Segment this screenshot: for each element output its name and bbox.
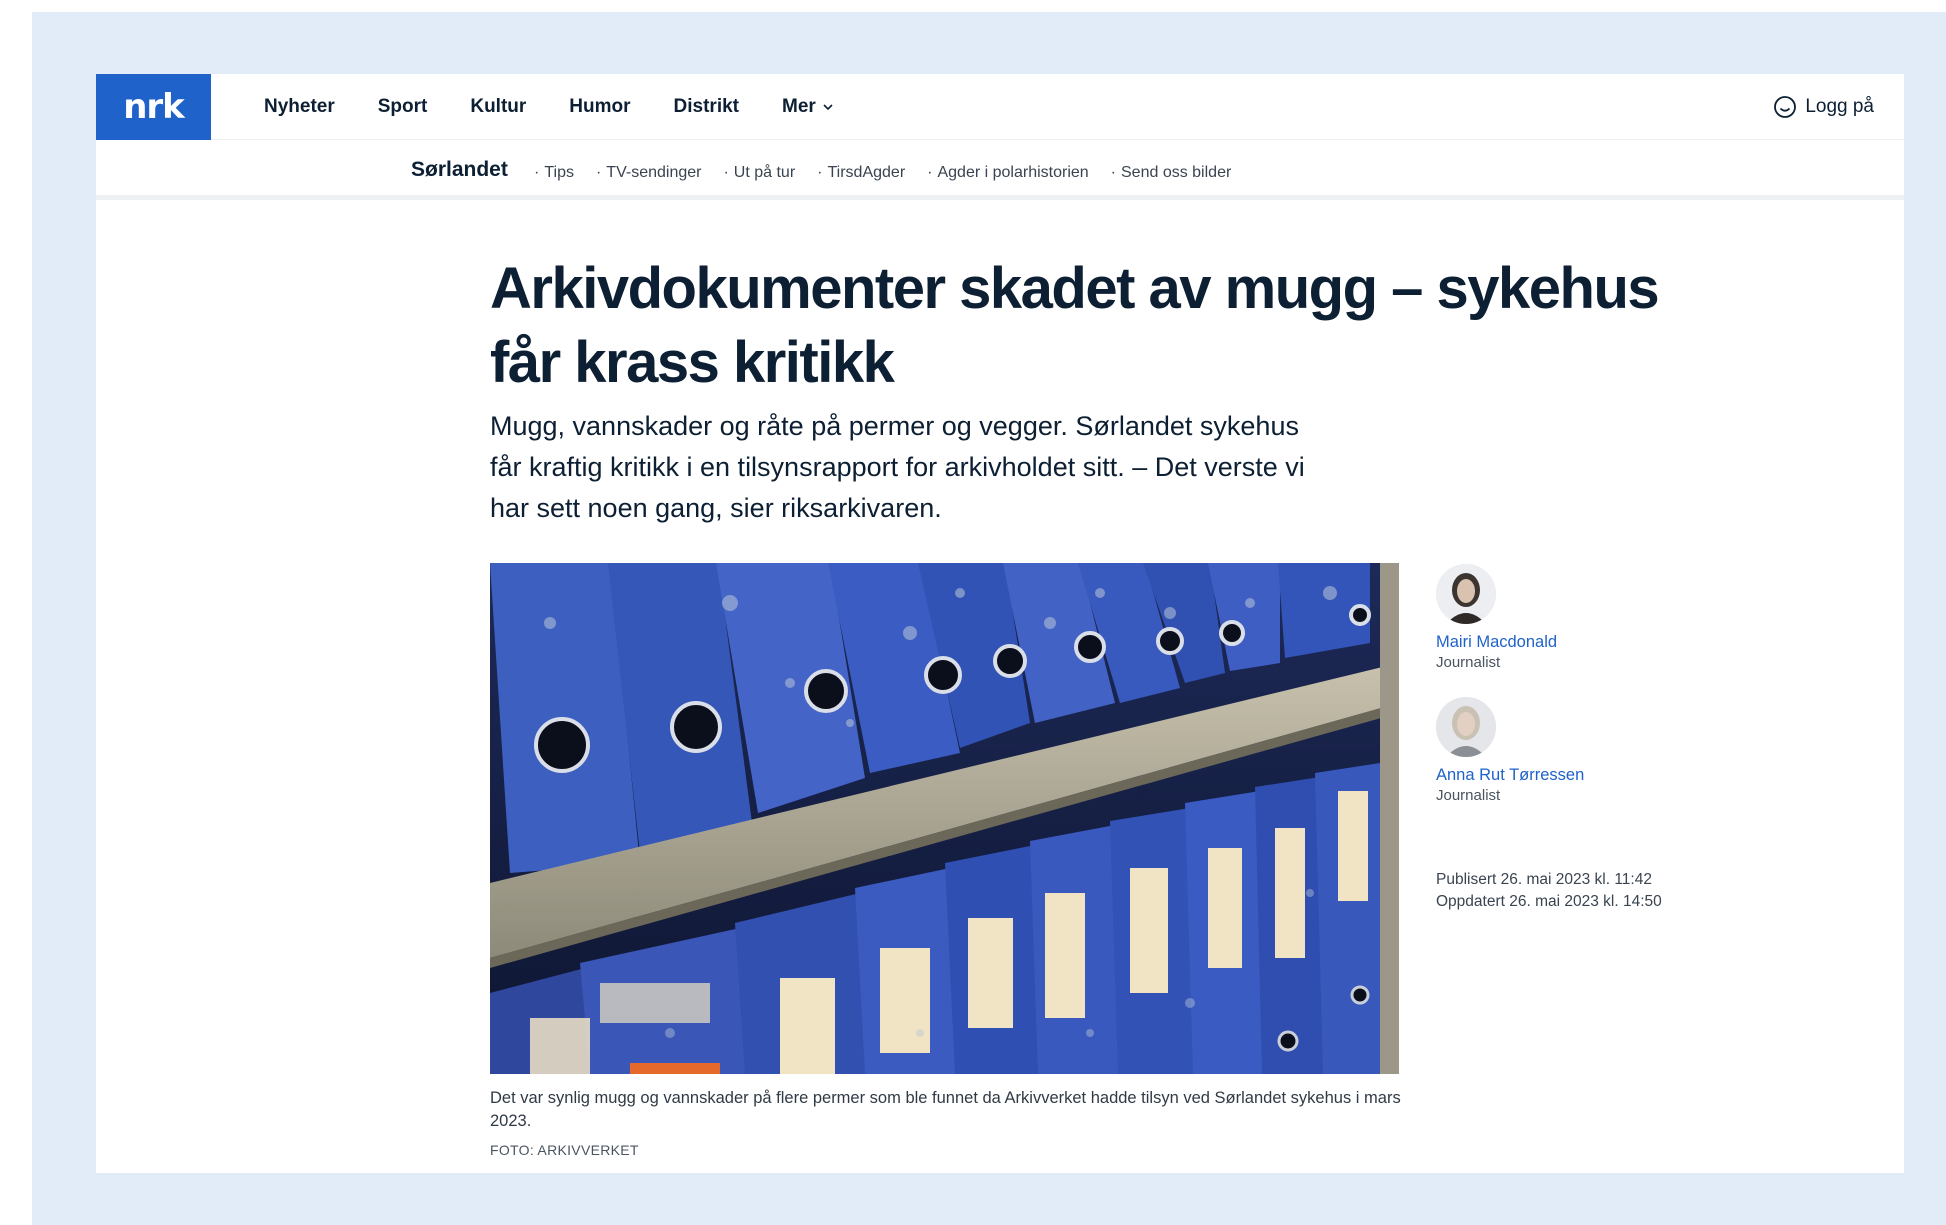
user-smile-icon (1774, 96, 1797, 118)
subnav-item-polarhistorien[interactable]: · Agder i polarhistorien (927, 164, 1089, 182)
login-button[interactable]: Logg på (1773, 74, 1874, 140)
published-date: Publisert 26. mai 2023 kl. 11:42 (1436, 871, 1652, 888)
portrait-icon (1436, 564, 1496, 624)
nav-item-mer-label: Mer (782, 96, 816, 117)
nav-item-sport[interactable]: Sport (378, 96, 428, 118)
subnav-item-label: Tips (544, 164, 574, 181)
subnav-item-label: Send oss bilder (1121, 164, 1232, 181)
mouldy-binders-illustration (490, 563, 1399, 1074)
region-title[interactable]: Sørlandet (411, 158, 508, 182)
portrait-icon (1436, 697, 1496, 757)
author-name[interactable]: Mairi Macdonald (1436, 633, 1696, 652)
subnav-item-label: Ut på tur (733, 164, 796, 181)
nav-item-nyheter[interactable]: Nyheter (264, 96, 335, 118)
article-dates: Publisert 26. mai 2023 kl. 11:42 Oppdate… (1436, 869, 1662, 913)
region-links: · Tips · TV-sendinger · Ut på tur · TirsdAgd… (534, 164, 1253, 182)
updated-date: Oppdatert 26. mai 2023 kl. 14:50 (1436, 893, 1662, 910)
nav-item-distrikt[interactable]: Distrikt (674, 96, 739, 118)
top-navigation: nrk Nyheter Sport Kultur Humor Distrikt … (96, 74, 1904, 140)
nav-item-mer[interactable]: Mer (782, 96, 834, 118)
subnav-item-label: TirsdAgder (827, 164, 906, 181)
author-card: Anna Rut Tørressen Journalist (1436, 697, 1696, 804)
author-avatar[interactable] (1436, 564, 1496, 624)
nrk-logo[interactable]: nrk (96, 74, 211, 140)
article-lead: Mugg, vannskader og råte på permer og ve… (490, 411, 1305, 523)
subnav-item-send-bilder[interactable]: · Send oss bilder (1111, 164, 1232, 182)
article-headline: Arkivdokumenter skadet av mugg – sykehus… (490, 256, 1660, 395)
sub-navigation: Sørlandet · Tips · TV-sendinger · Ut på tur… (96, 140, 1904, 200)
author-role: Journalist (1436, 654, 1501, 671)
article-photo[interactable] (490, 563, 1399, 1074)
article-page: nrk Nyheter Sport Kultur Humor Distrikt … (96, 74, 1904, 1173)
subnav-item-label: TV-sendinger (606, 164, 702, 181)
subnav-item-tirsdagder[interactable]: · TirsdAgder (817, 164, 905, 182)
subnav-item-tips[interactable]: · Tips (534, 164, 574, 182)
photo-caption: Det var synlig mugg og vannskader på fle… (490, 1089, 1401, 1130)
author-card: Mairi Macdonald Journalist (1436, 564, 1696, 671)
nav-item-kultur[interactable]: Kultur (470, 96, 526, 118)
photo-credit: FOTO: ARKIVVERKET (490, 1142, 639, 1158)
subnav-item-ut-pa-tur[interactable]: · Ut på tur (723, 164, 795, 182)
subnav-item-tv-sendinger[interactable]: · TV-sendinger (596, 164, 702, 182)
main-nav: Nyheter Sport Kultur Humor Distrikt Mer (264, 74, 877, 140)
subnav-item-label: Agder i polarhistorien (937, 164, 1089, 181)
author-role: Journalist (1436, 787, 1501, 804)
nav-item-humor[interactable]: Humor (569, 96, 630, 118)
login-label: Logg på (1805, 96, 1874, 117)
author-name[interactable]: Anna Rut Tørressen (1436, 766, 1696, 785)
chevron-down-icon (823, 104, 833, 111)
author-avatar[interactable] (1436, 697, 1496, 757)
